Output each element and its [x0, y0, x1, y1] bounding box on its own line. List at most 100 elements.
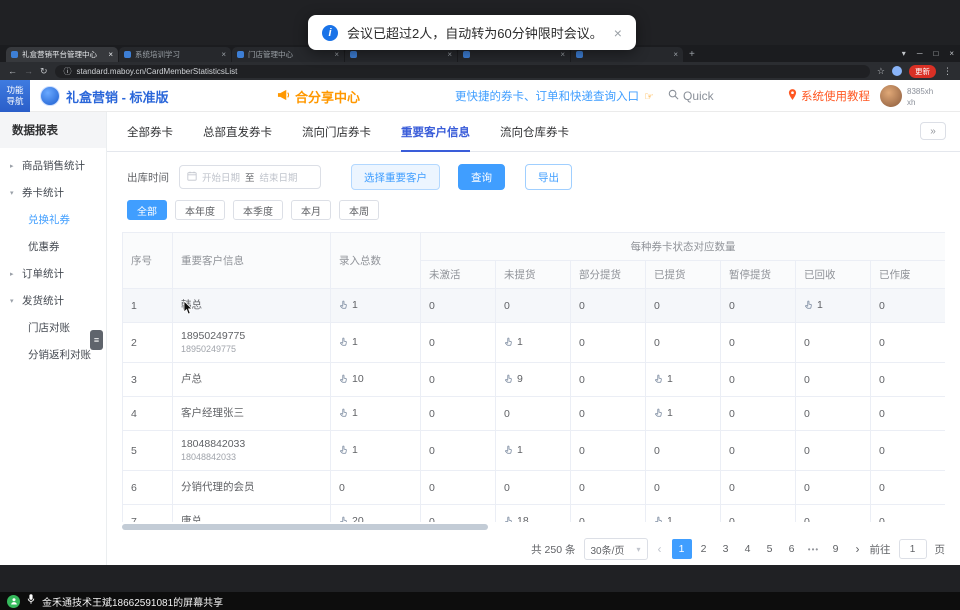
count-link[interactable]: 1 — [654, 373, 673, 385]
count-cell: 1 — [331, 431, 421, 471]
pager-ellipsis[interactable]: ••• — [804, 539, 824, 559]
pager-page[interactable]: 6 — [782, 539, 802, 559]
tab-close-icon[interactable]: × — [560, 50, 565, 59]
browser-update-button[interactable]: 更新 — [909, 65, 936, 78]
share-center-link[interactable]: 合分享中心 — [277, 80, 360, 112]
end-date-input[interactable]: 结束日期 — [260, 170, 298, 184]
new-tab-button[interactable]: + — [689, 49, 695, 60]
quick-range-button[interactable]: 全部 — [127, 200, 167, 220]
sidebar-item-label: 分销返利对账 — [28, 347, 91, 362]
tab-close-icon[interactable]: × — [673, 50, 678, 59]
count-link[interactable]: 1 — [339, 336, 358, 348]
browser-tab[interactable]: 礼盒营销平台管理中心× — [6, 47, 118, 62]
tab-close-icon[interactable]: × — [108, 50, 113, 59]
forward-icon[interactable]: → — [24, 66, 33, 76]
date-range-input[interactable]: 开始日期 至 结束日期 — [179, 165, 321, 189]
page-tab[interactable]: 总部直发券卡 — [203, 112, 272, 152]
pager-page[interactable]: 5 — [760, 539, 780, 559]
bookmark-star-icon[interactable]: ☆ — [877, 66, 885, 77]
count-link[interactable]: 1 — [654, 515, 673, 523]
count-link[interactable]: 9 — [504, 373, 523, 385]
horizontal-scrollbar-thumb[interactable] — [122, 524, 488, 530]
page-tab[interactable]: 全部券卡 — [127, 112, 173, 152]
table-row[interactable]: 3卢总100901000 — [123, 363, 946, 397]
minimize-button[interactable]: ─ — [917, 49, 923, 58]
count-link[interactable]: 20 — [339, 515, 364, 523]
count-link[interactable]: 18 — [504, 515, 529, 523]
search-button[interactable]: 查询 — [458, 164, 505, 190]
sidebar-item[interactable]: 兑换礼券 — [0, 206, 106, 233]
browser-profile-avatar[interactable] — [892, 66, 902, 76]
quick-range-button[interactable]: 本周 — [339, 200, 379, 220]
pager-page[interactable]: 3 — [716, 539, 736, 559]
user-avatar[interactable] — [880, 85, 902, 107]
site-info-icon[interactable]: ⓘ — [64, 66, 72, 77]
count-cell: 0 — [721, 471, 796, 505]
sidebar-item[interactable]: ▾发货统计 — [0, 287, 106, 314]
tab-close-icon[interactable]: × — [447, 50, 452, 59]
table-row[interactable]: 2189502497751895024977510100000 — [123, 323, 946, 363]
count-link[interactable]: 1 — [339, 299, 358, 311]
count-link[interactable]: 1 — [339, 407, 358, 419]
pager-page[interactable]: 9 — [826, 539, 846, 559]
table-row[interactable]: 7唐总2001801000 — [123, 505, 946, 523]
start-date-input[interactable]: 开始日期 — [202, 170, 240, 184]
count-cell: 18 — [496, 505, 571, 523]
toast-close-icon[interactable]: × — [614, 25, 622, 41]
customer-cell: 韩总 — [173, 289, 331, 323]
count-cell: 0 — [571, 431, 646, 471]
tab-close-icon[interactable]: × — [334, 50, 339, 59]
reload-icon[interactable]: ↻ — [40, 66, 48, 77]
sidebar-item[interactable]: ▸商品销售统计 — [0, 152, 106, 179]
table-row[interactable]: 6分销代理的会员00000000 — [123, 471, 946, 505]
tab-close-icon[interactable]: × — [221, 50, 226, 59]
table-row[interactable]: 4客户经理张三10001000 — [123, 397, 946, 431]
page-tab[interactable]: 重要客户信息 — [401, 112, 470, 152]
url-bar[interactable]: ⓘ standard.maboy.cn/CardMemberStatistics… — [55, 65, 870, 78]
count-link[interactable]: 1 — [339, 444, 358, 456]
quick-range-button[interactable]: 本月 — [291, 200, 331, 220]
app-header: 功能 导航 礼盒营销 - 标准版 合分享中心 更快捷的券卡、订单和快递查询入口 … — [0, 80, 960, 112]
count-link[interactable]: 1 — [504, 444, 523, 456]
tab-search-icon[interactable]: ▾ — [902, 49, 906, 58]
browser-tab[interactable]: 系统培训学习× — [119, 47, 231, 62]
pager-page[interactable]: 1 — [672, 539, 692, 559]
quick-range-button[interactable]: 本年度 — [175, 200, 225, 220]
mouse-cursor — [183, 301, 195, 320]
count-link[interactable]: 1 — [804, 299, 823, 311]
page-size-select[interactable]: 30条/页 ▾ — [584, 538, 648, 560]
sidebar-collapse-handle[interactable]: ≡ — [90, 330, 103, 350]
sidebar-item[interactable]: 优惠券 — [0, 233, 106, 260]
count-link[interactable]: 1 — [504, 336, 523, 348]
goto-page-input[interactable] — [899, 539, 927, 559]
quick-entry-link[interactable]: 更快捷的券卡、订单和快递查询入口 ☞ — [455, 80, 654, 112]
next-page-button[interactable]: › — [854, 542, 862, 556]
sidebar-item[interactable]: ▸订单统计 — [0, 260, 106, 287]
maximize-button[interactable]: □ — [933, 49, 938, 58]
hand-icon — [339, 337, 349, 347]
sidebar-item[interactable]: ▾券卡统计 — [0, 179, 106, 206]
prev-page-button[interactable]: ‹ — [656, 542, 664, 556]
tutorial-link[interactable]: 系统使用教程 — [788, 80, 870, 112]
table-row[interactable]: 5180488420331804884203310100000 — [123, 431, 946, 471]
count-cell: 0 — [871, 363, 946, 397]
sidebar: 数据报表 ▸商品销售统计▾券卡统计兑换礼券优惠券▸订单统计▾发货统计门店对账分销… — [0, 112, 107, 565]
panel-collapse-button[interactable]: » — [920, 122, 946, 140]
page-tab[interactable]: 流向门店券卡 — [302, 112, 371, 152]
count-link[interactable]: 1 — [654, 407, 673, 419]
back-icon[interactable]: ← — [8, 66, 17, 76]
page-tab[interactable]: 流向仓库券卡 — [500, 112, 569, 152]
table-row[interactable]: 1韩总10000010 — [123, 289, 946, 323]
pager-page[interactable]: 4 — [738, 539, 758, 559]
quick-search-button[interactable]: Quick — [668, 80, 714, 112]
pager-page[interactable]: 2 — [694, 539, 714, 559]
function-nav-button[interactable]: 功能 导航 — [0, 80, 30, 112]
count-cell: 0 — [646, 431, 721, 471]
select-customer-button[interactable]: 选择重要客户 — [351, 164, 440, 190]
count-link[interactable]: 10 — [339, 373, 364, 385]
export-button[interactable]: 导出 — [525, 164, 572, 190]
browser-menu-icon[interactable]: ⋮ — [943, 66, 952, 77]
customer-phone: 18950249775 — [181, 344, 322, 355]
window-close-button[interactable]: × — [949, 49, 954, 58]
quick-range-button[interactable]: 本季度 — [233, 200, 283, 220]
